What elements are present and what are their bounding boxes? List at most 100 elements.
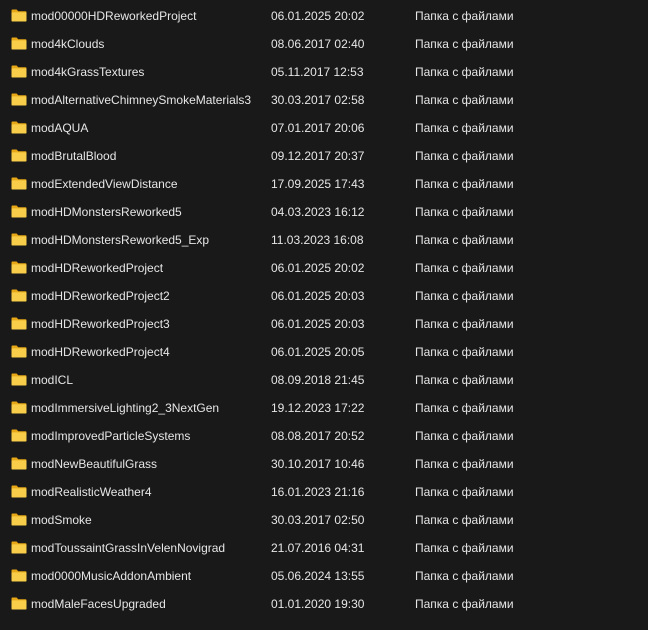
file-name: modRealisticWeather4 (31, 485, 152, 499)
file-name: modNewBeautifulGrass (31, 457, 158, 471)
modified-date: 06.01.2025 20:02 (271, 9, 365, 23)
file-type: Папка с файлами (415, 177, 514, 191)
file-type: Папка с файлами (415, 345, 514, 359)
modified-date: 05.11.2017 12:53 (271, 65, 364, 79)
file-name: modHDMonstersReworked5_Exp (31, 233, 210, 247)
file-name: modHDMonstersReworked5 (31, 205, 182, 219)
file-name: modImmersiveLighting2_3NextGen (31, 401, 220, 415)
file-type: Папка с файлами (415, 513, 514, 527)
file-row[interactable]: modHDMonstersReworked5 04.03.2023 16:12 … (0, 198, 648, 226)
folder-icon (11, 485, 27, 498)
folder-icon (11, 345, 27, 358)
file-row[interactable]: modImmersiveLighting2_3NextGen 19.12.202… (0, 394, 648, 422)
folder-icon (11, 9, 27, 22)
folder-icon (11, 37, 27, 50)
file-type: Папка с файлами (415, 429, 514, 443)
file-type: Папка с файлами (415, 261, 514, 275)
file-row[interactable]: modRealisticWeather4 16.01.2023 21:16 Па… (0, 478, 648, 506)
file-row[interactable]: modImprovedParticleSystems 08.08.2017 20… (0, 422, 648, 450)
folder-icon (11, 429, 27, 442)
folder-icon (11, 597, 27, 610)
modified-date: 08.08.2017 20:52 (271, 429, 365, 443)
modified-date: 17.09.2025 17:43 (271, 177, 365, 191)
file-row[interactable]: mod0000MusicAddonAmbient 05.06.2024 13:5… (0, 562, 648, 590)
folder-icon (11, 457, 27, 470)
file-row[interactable]: modHDReworkedProject 06.01.2025 20:02 Па… (0, 254, 648, 282)
file-type: Папка с файлами (415, 317, 514, 331)
file-row[interactable]: modNewBeautifulGrass 30.10.2017 10:46 Па… (0, 450, 648, 478)
file-type: Папка с файлами (415, 121, 514, 135)
file-row[interactable]: modExtendedViewDistance 17.09.2025 17:43… (0, 170, 648, 198)
folder-icon (11, 121, 27, 134)
file-name: modBrutalBlood (31, 149, 117, 163)
file-row[interactable]: modHDReworkedProject4 06.01.2025 20:05 П… (0, 338, 648, 366)
file-row[interactable]: mod4kClouds 08.06.2017 02:40 Папка с фай… (0, 30, 648, 58)
file-row[interactable]: mod4kGrassTextures 05.11.2017 12:53 Папк… (0, 58, 648, 86)
file-name: modAQUA (31, 121, 89, 135)
file-row[interactable]: modBrutalBlood 09.12.2017 20:37 Папка с … (0, 142, 648, 170)
modified-date: 04.03.2023 16:12 (271, 205, 365, 219)
folder-icon (11, 93, 27, 106)
file-name: modHDReworkedProject4 (31, 345, 170, 359)
folder-icon (11, 401, 27, 414)
file-type: Папка с файлами (415, 37, 514, 51)
file-name: modHDReworkedProject (31, 261, 164, 275)
folder-icon (11, 541, 27, 554)
file-type: Папка с файлами (415, 485, 514, 499)
modified-date: 11.03.2023 16:08 (271, 233, 364, 247)
file-name: mod4kGrassTextures (31, 65, 145, 79)
file-type: Папка с файлами (415, 541, 514, 555)
file-type: Папка с файлами (415, 289, 514, 303)
file-name: modSmoke (31, 513, 92, 527)
modified-date: 19.12.2023 17:22 (271, 401, 365, 415)
modified-date: 21.07.2016 04:31 (271, 541, 365, 555)
file-name: modHDReworkedProject2 (31, 289, 170, 303)
file-name: modImprovedParticleSystems (31, 429, 191, 443)
modified-date: 06.01.2025 20:03 (271, 317, 365, 331)
file-row[interactable]: mod00000HDReworkedProject 06.01.2025 20:… (0, 2, 648, 30)
file-type: Папка с файлами (415, 401, 514, 415)
folder-icon (11, 317, 27, 330)
folder-icon (11, 205, 27, 218)
file-row[interactable]: modToussaintGrassInVelenNovigrad 21.07.2… (0, 534, 648, 562)
modified-date: 07.01.2017 20:06 (271, 121, 365, 135)
file-name: modToussaintGrassInVelenNovigrad (31, 541, 226, 555)
file-row[interactable]: modAlternativeChimneySmokeMaterials3 30.… (0, 86, 648, 114)
file-row[interactable]: modMaleFacesUpgraded 01.01.2020 19:30 Па… (0, 590, 648, 618)
file-row[interactable]: modAQUA 07.01.2017 20:06 Папка с файлами (0, 114, 648, 142)
file-name: mod0000MusicAddonAmbient (31, 569, 192, 583)
file-type: Папка с файлами (415, 233, 514, 247)
folder-icon (11, 177, 27, 190)
file-type: Папка с файлами (415, 9, 514, 23)
file-name: modMaleFacesUpgraded (31, 597, 166, 611)
file-name: mod00000HDReworkedProject (31, 9, 197, 23)
folder-icon (11, 569, 27, 582)
modified-date: 01.01.2020 19:30 (271, 597, 365, 611)
file-type: Папка с файлами (415, 457, 514, 471)
file-name: modHDReworkedProject3 (31, 317, 170, 331)
folder-icon (11, 233, 27, 246)
file-row[interactable]: modICL 08.09.2018 21:45 Папка с файлами (0, 366, 648, 394)
folder-icon (11, 513, 27, 526)
modified-date: 16.01.2023 21:16 (271, 485, 365, 499)
file-name: modExtendedViewDistance (31, 177, 178, 191)
file-row[interactable]: modHDReworkedProject3 06.01.2025 20:03 П… (0, 310, 648, 338)
modified-date: 08.06.2017 02:40 (271, 37, 365, 51)
modified-date: 05.06.2024 13:55 (271, 569, 365, 583)
file-type: Папка с файлами (415, 93, 514, 107)
file-row[interactable]: modHDReworkedProject2 06.01.2025 20:03 П… (0, 282, 648, 310)
folder-icon (11, 65, 27, 78)
modified-date: 30.03.2017 02:58 (271, 93, 365, 107)
file-type: Папка с файлами (415, 205, 514, 219)
modified-date: 08.09.2018 21:45 (271, 373, 365, 387)
file-row[interactable]: modHDMonstersReworked5_Exp 11.03.2023 16… (0, 226, 648, 254)
modified-date: 06.01.2025 20:02 (271, 261, 365, 275)
file-row[interactable]: modSmoke 30.03.2017 02:50 Папка с файлам… (0, 506, 648, 534)
file-name: modICL (31, 373, 74, 387)
file-list: mod00000HDReworkedProject 06.01.2025 20:… (0, 0, 648, 630)
modified-date: 30.10.2017 10:46 (271, 457, 365, 471)
modified-date: 30.03.2017 02:50 (271, 513, 365, 527)
modified-date: 09.12.2017 20:37 (271, 149, 365, 163)
folder-icon (11, 289, 27, 302)
folder-icon (11, 261, 27, 274)
